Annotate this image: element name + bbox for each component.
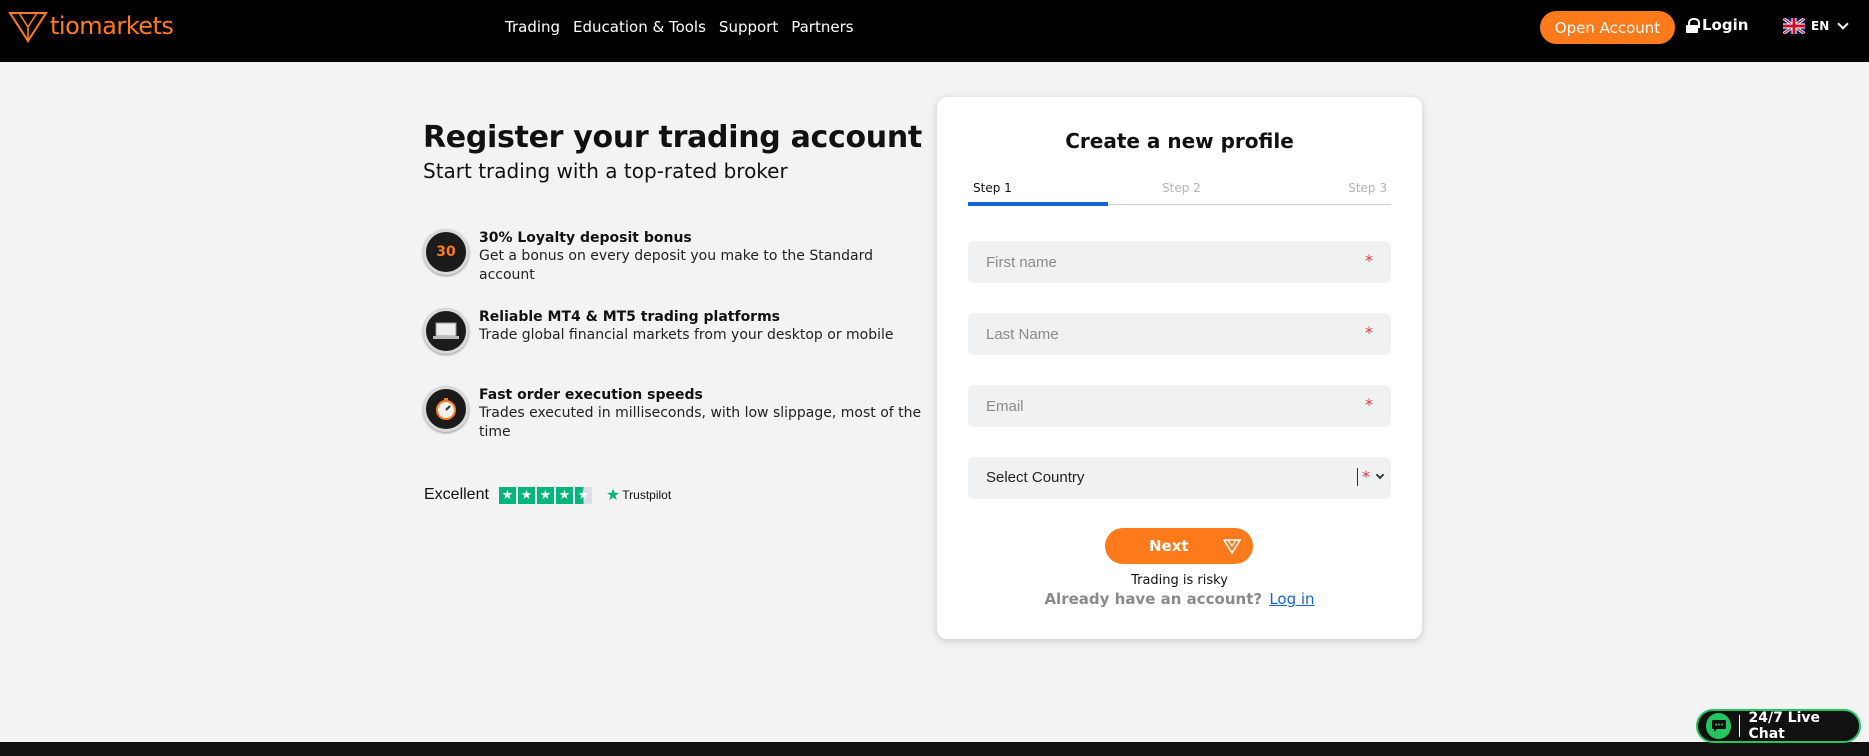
chat-bubble-icon — [1706, 713, 1732, 739]
required-mark: * — [1365, 323, 1373, 342]
logo-text: tiomarkets — [50, 12, 174, 40]
tiomarkets-logo[interactable]: tiomarkets — [8, 8, 174, 44]
first-name-field: * — [968, 241, 1391, 283]
intro-section: Register your trading account Start trad… — [423, 120, 923, 183]
nav-support[interactable]: Support — [719, 18, 778, 36]
star-icon: ★ — [555, 486, 573, 504]
platform-icon — [423, 308, 469, 354]
main-nav: Trading Education & Tools Support Partne… — [505, 18, 867, 36]
login-label: Login — [1702, 16, 1749, 34]
chat-divider — [1739, 715, 1741, 737]
step-2: Step 2 — [1162, 181, 1201, 195]
feature-item-platforms: Reliable MT4 & MT5 trading platforms Tra… — [423, 308, 933, 354]
feature-desc: Trade global financial markets from your… — [479, 327, 894, 343]
footer-strip — [0, 742, 1869, 756]
stopwatch-graphic-icon — [436, 398, 456, 420]
tio-logo-icon — [1223, 539, 1241, 555]
nav-education-tools[interactable]: Education & Tools — [573, 18, 706, 36]
nav-trading[interactable]: Trading — [505, 18, 560, 36]
stopwatch-icon — [423, 386, 469, 432]
open-account-button[interactable]: Open Account — [1540, 11, 1675, 44]
trustpilot-stars: ★ ★ ★ ★ ★ — [498, 486, 592, 504]
trustpilot-widget[interactable]: Excellent ★ ★ ★ ★ ★ ★ Trustpilot — [424, 485, 671, 505]
required-mark: * — [1365, 395, 1373, 414]
nav-partners[interactable]: Partners — [791, 18, 853, 36]
half-star-icon: ★ — [574, 486, 592, 504]
step-active-indicator — [968, 202, 1108, 206]
star-icon: ★ — [536, 486, 554, 504]
star-icon: ★ — [498, 486, 516, 504]
chat-icon — [1711, 720, 1726, 732]
feature-item-speed: Fast order execution speeds Trades execu… — [423, 386, 933, 442]
feature-item-bonus: 30 30% Loyalty deposit bonus Get a bonus… — [423, 229, 933, 285]
text-cursor — [1357, 467, 1358, 486]
next-button[interactable]: Next — [1105, 528, 1253, 564]
lock-icon — [1686, 17, 1700, 33]
page-subtitle: Start trading with a top-rated broker — [423, 159, 788, 183]
step-1: Step 1 — [973, 181, 1012, 195]
page-title: Register your trading account — [423, 120, 922, 155]
star-icon: ★ — [517, 486, 535, 504]
email-input[interactable] — [968, 385, 1391, 427]
chat-label: 24/7 Live Chat — [1748, 710, 1821, 742]
required-mark: * — [1365, 251, 1373, 270]
step-3: Step 3 — [1348, 181, 1387, 195]
feature-title: Fast order execution speeds — [479, 387, 703, 403]
already-label: Already have an account? — [1044, 590, 1263, 608]
trustpilot-rating-text: Excellent — [424, 486, 489, 503]
country-select[interactable]: Select Country * — [968, 457, 1391, 499]
tio-logo-icon — [8, 12, 48, 43]
chevron-down-icon — [1837, 18, 1849, 30]
risk-notice: Trading is risky — [1131, 573, 1228, 588]
last-name-input[interactable] — [968, 313, 1391, 355]
feature-title: 30% Loyalty deposit bonus — [479, 230, 692, 246]
feature-title: Reliable MT4 & MT5 trading platforms — [479, 309, 781, 325]
uk-flag-icon — [1783, 18, 1805, 34]
select-indicators: * — [1357, 467, 1385, 486]
language-selector[interactable]: EN — [1783, 18, 1849, 34]
registration-card: Create a new profile Step 1 Step 2 Step … — [937, 97, 1422, 639]
trustpilot-brand: ★ Trustpilot — [606, 485, 671, 505]
top-navbar: tiomarkets Trading Education & Tools Sup… — [0, 0, 1869, 62]
bonus-badge-text: 30 — [436, 244, 456, 260]
language-label: EN — [1811, 19, 1830, 33]
laptop-icon — [433, 322, 459, 339]
last-name-field: * — [968, 313, 1391, 355]
email-field: * — [968, 385, 1391, 427]
feature-desc: Trades executed in milliseconds, with lo… — [479, 405, 922, 440]
step-progress: Step 1 Step 2 Step 3 — [968, 181, 1391, 206]
bonus-icon: 30 — [423, 229, 469, 275]
trustpilot-star-icon: ★ — [605, 487, 621, 504]
form-title: Create a new profile — [1065, 129, 1294, 153]
feature-desc: Get a bonus on every deposit you make to… — [479, 248, 874, 283]
required-mark: * — [1362, 467, 1370, 486]
live-chat-button[interactable]: 24/7 Live Chat — [1696, 709, 1861, 743]
login-link[interactable]: Login — [1686, 16, 1748, 34]
country-select-value: Select Country — [986, 469, 1085, 486]
next-label: Next — [1149, 537, 1189, 555]
chevron-down-icon — [1375, 470, 1385, 480]
already-account-text: Already have an account? Log in — [937, 590, 1422, 608]
first-name-input[interactable] — [968, 241, 1391, 283]
login-link-form[interactable]: Log in — [1269, 590, 1314, 608]
trustpilot-label: Trustpilot — [622, 488, 672, 502]
